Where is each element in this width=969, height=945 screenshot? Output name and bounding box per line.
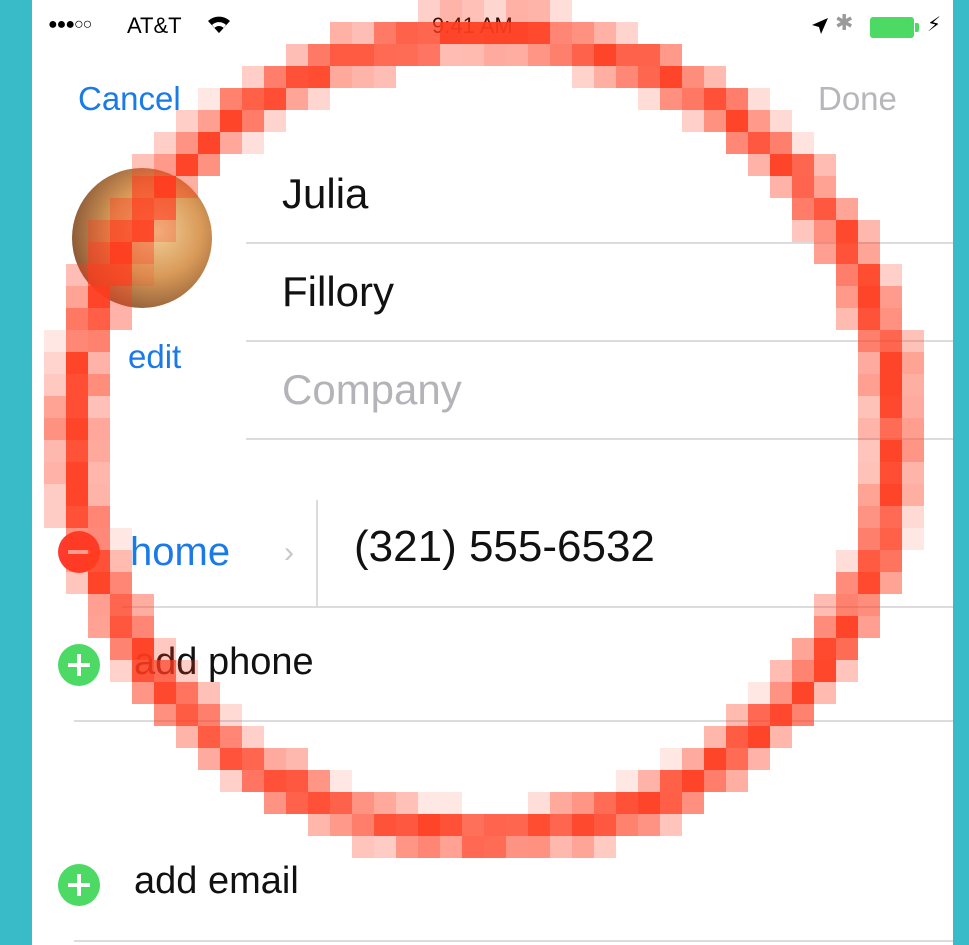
phone-number-field[interactable]: (321) 555-6532 (354, 522, 655, 572)
divider (74, 940, 953, 942)
location-arrow-icon (812, 18, 828, 34)
add-circle-icon[interactable] (58, 864, 100, 906)
cancel-button[interactable]: Cancel (78, 80, 181, 118)
carrier-name: AT&T (127, 13, 182, 38)
done-button[interactable]: Done (818, 80, 897, 118)
edit-photo-button[interactable]: edit (128, 338, 181, 376)
remove-circle-icon[interactable] (58, 531, 100, 573)
add-phone-button[interactable]: add phone (134, 641, 314, 684)
add-email-button[interactable]: add email (134, 860, 299, 903)
phone-label-selector[interactable]: home (130, 530, 230, 575)
battery-icon (870, 17, 920, 38)
contact-edit-screen: ●●●○○ AT&T 9:41 AM ✱ ⚡ Cancel Done edit … (32, 0, 953, 945)
divider (74, 720, 953, 722)
chevron-right-icon: › (284, 536, 294, 569)
vertical-divider (316, 500, 318, 608)
status-time: 9:41 AM (432, 13, 513, 38)
bluetooth-icon: ✱ (835, 10, 854, 35)
last-name-field[interactable]: Fillory (282, 268, 394, 316)
contact-photo[interactable] (72, 168, 212, 308)
signal-strength-icon: ●●●○○ (48, 16, 92, 33)
first-name-field[interactable]: Julia (282, 170, 368, 218)
status-bar: ●●●○○ AT&T 9:41 AM ✱ ⚡ (32, 0, 953, 56)
charging-icon: ⚡ (927, 14, 942, 36)
divider (246, 438, 953, 440)
divider (246, 242, 953, 244)
divider (122, 606, 953, 608)
wifi-icon (208, 16, 230, 33)
divider (246, 340, 953, 342)
add-circle-icon[interactable] (58, 644, 100, 686)
company-field[interactable]: Company (282, 366, 462, 414)
